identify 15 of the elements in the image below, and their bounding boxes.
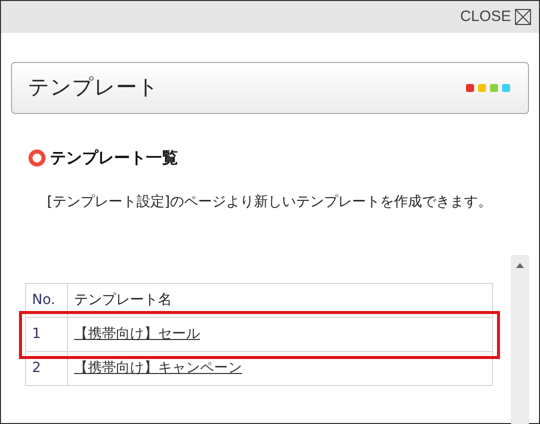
number-cell: 1	[26, 318, 68, 352]
scrollbar[interactable]	[511, 255, 529, 424]
template-link[interactable]: 【携帯向け】セール	[74, 326, 200, 342]
number-cell: 2	[26, 352, 68, 386]
column-header: No.	[26, 284, 68, 318]
dots-icon	[466, 84, 512, 92]
column-header: テンプレート名	[68, 284, 492, 318]
close-button[interactable]: CLOSE	[460, 6, 531, 28]
template-link[interactable]: 【携帯向け】キャンペーン	[74, 360, 242, 376]
description-text: [テンプレート設定]のページより新しいテンプレートを作成できます。	[47, 193, 493, 212]
close-icon	[515, 9, 531, 25]
panel-title: テンプレート	[28, 74, 159, 102]
section-heading: テンプレート一覧	[50, 147, 178, 169]
scroll-up-icon[interactable]	[516, 263, 524, 268]
ring-icon	[28, 149, 46, 167]
